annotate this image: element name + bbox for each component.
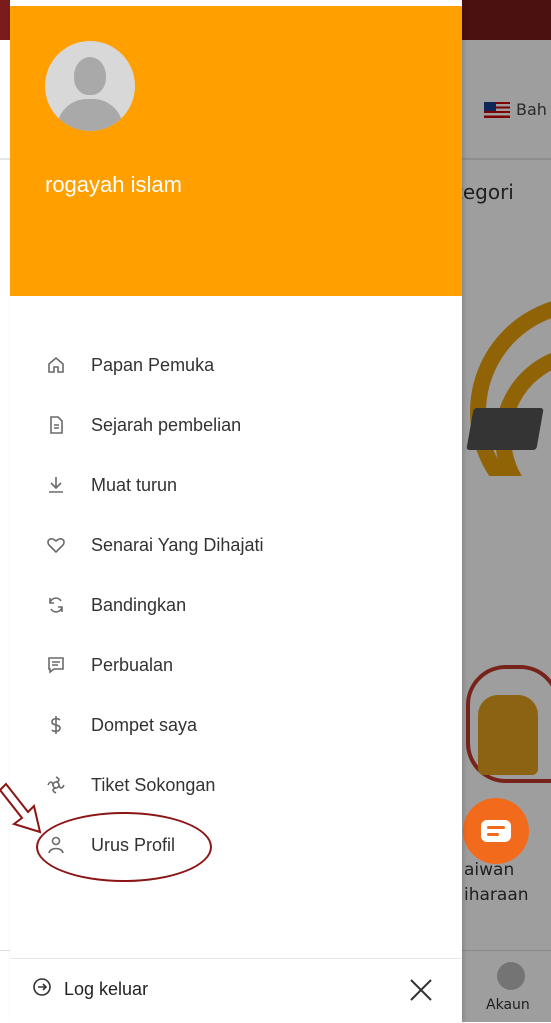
menu-item-label: Perbualan	[91, 654, 174, 675]
menu-item-label: Tiket Sokongan	[91, 774, 216, 795]
menu-item-papan-pemuka[interactable]: Papan Pemuka	[10, 343, 462, 387]
chat-icon	[44, 653, 68, 677]
document-icon	[44, 413, 68, 437]
menu-item-senarai-yang-dihajati[interactable]: Senarai Yang Dihajati	[10, 523, 462, 567]
refresh-icon	[44, 593, 68, 617]
logout-icon	[32, 977, 52, 1001]
menu-item-label: Dompet saya	[91, 714, 198, 735]
menu-item-label: Sejarah pembelian	[91, 414, 242, 435]
avatar-head-shape	[74, 57, 106, 95]
dollar-icon	[44, 713, 68, 737]
menu-item-label: Papan Pemuka	[91, 354, 215, 375]
menu-item-label: Bandingkan	[91, 594, 187, 615]
menu-item-label: Senarai Yang Dihajati	[91, 534, 264, 555]
close-icon[interactable]	[406, 975, 436, 1005]
menu-item-perbualan[interactable]: Perbualan	[10, 643, 462, 687]
chat-icon	[481, 820, 511, 842]
user-name: rogayah islam	[45, 172, 182, 197]
logout-button[interactable]: Log keluar	[32, 977, 148, 1001]
menu-item-muat-turun[interactable]: Muat turun	[10, 463, 462, 507]
avatar-body-shape	[57, 99, 123, 131]
heart-icon	[44, 533, 68, 557]
drawer-overlay[interactable]	[462, 0, 551, 1022]
logout-label: Log keluar	[64, 978, 149, 999]
menu-item-sejarah-pembelian[interactable]: Sejarah pembelian	[10, 403, 462, 447]
highlight-ellipse	[36, 812, 212, 882]
menu-item-tiket-sokongan[interactable]: Tiket Sokongan	[10, 763, 462, 807]
avatar[interactable]	[45, 41, 135, 131]
drawer-header: rogayah islam	[10, 6, 462, 296]
highlight-arrow-icon	[0, 782, 42, 834]
menu-item-label: Muat turun	[91, 474, 178, 495]
drawer-footer: Log keluar	[10, 958, 462, 1023]
chat-button[interactable]	[463, 798, 529, 864]
menu-item-bandingkan[interactable]: Bandingkan	[10, 583, 462, 627]
download-icon	[44, 473, 68, 497]
menu-item-dompet-saya[interactable]: Dompet saya	[10, 703, 462, 747]
home-icon	[44, 353, 68, 377]
